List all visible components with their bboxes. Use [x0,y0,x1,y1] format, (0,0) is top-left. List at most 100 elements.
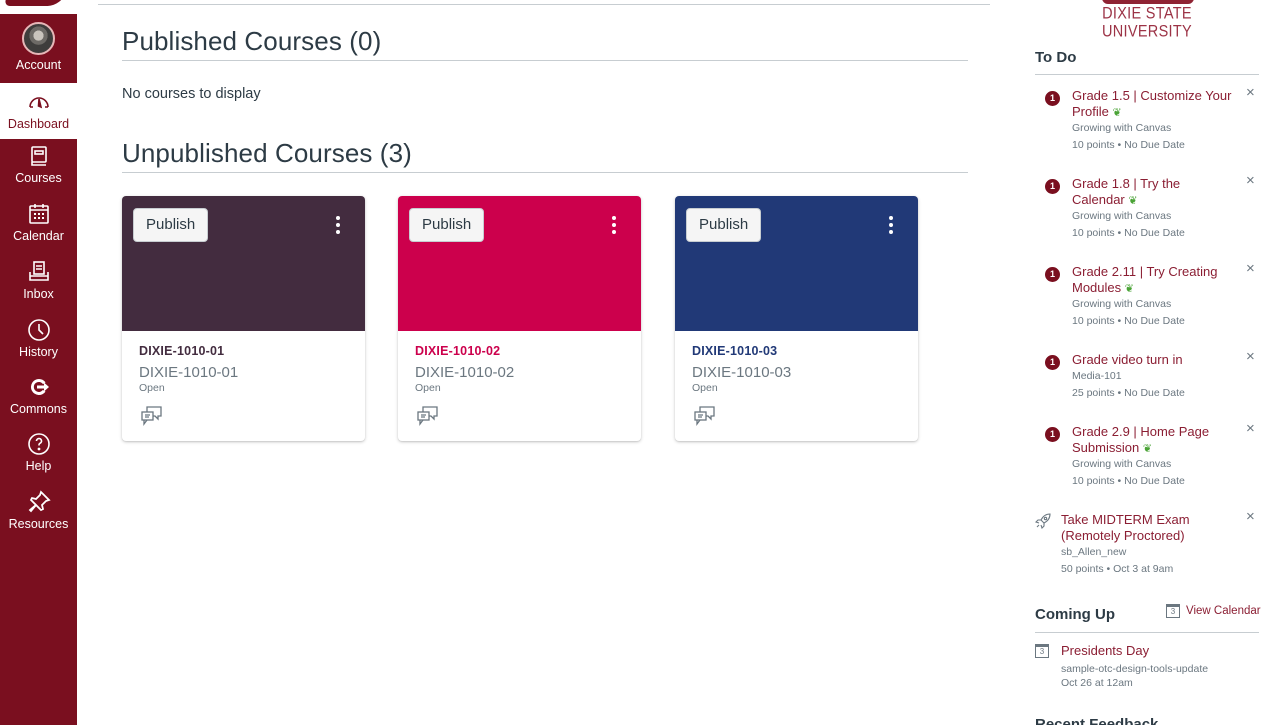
course-card[interactable]: Publish DIXIE-1010-01 DIXIE-1010-01 Open [122,196,365,441]
recent-feedback-heading: Recent Feedback [1035,716,1159,725]
coming-up-divider [1035,632,1259,633]
needs-grading-badge: 1 [1045,179,1060,194]
nav-dashboard[interactable]: Dashboard [0,83,77,139]
nav-calendar-label: Calendar [13,229,64,243]
discussions-icon[interactable] [417,406,439,426]
dismiss-icon[interactable]: × [1246,420,1255,437]
course-card-term: Open [415,382,441,394]
dismiss-icon[interactable]: × [1246,260,1255,277]
todo-item-details: 50 points • Oct 3 at 9am [1061,563,1174,575]
todo-item-details: 10 points • No Due Date [1072,139,1185,151]
todo-title-text: Grade 1.5 | Customize Your Profile [1072,88,1232,119]
todo-item-title[interactable]: Grade video turn in [1072,352,1237,368]
event-title[interactable]: Presidents Day [1061,643,1149,658]
institution-logo[interactable] [0,0,77,14]
todo-item-title[interactable]: Grade 1.5 | Customize Your Profile ❦ [1072,88,1237,121]
course-card-code: DIXIE-1010-02 [415,364,515,381]
course-card-term: Open [139,382,165,394]
coming-up-heading: Coming Up [1035,606,1115,623]
clock-icon [27,319,50,341]
view-calendar-label: View Calendar [1186,605,1261,617]
publish-button[interactable]: Publish [133,208,209,242]
nav-courses[interactable]: Courses [0,144,77,202]
nav-account[interactable]: Account [0,22,77,82]
nav-courses-label: Courses [15,171,62,185]
todo-heading: To Do [1035,49,1077,66]
nav-calendar[interactable]: Calendar [0,202,77,260]
nav-help[interactable]: Help [0,432,77,490]
dismiss-icon[interactable]: × [1246,348,1255,365]
event-date: Oct 26 at 12am [1061,677,1133,689]
right-sidebar: DIXIE STATE UNIVERSITY To Do 1 Grade 1.5… [1035,0,1261,725]
nav-commons[interactable]: Commons [0,375,77,433]
card-options-icon[interactable] [884,214,898,238]
avatar [22,22,55,55]
calendar-icon [28,204,49,224]
todo-item-details: 10 points • No Due Date [1072,315,1185,327]
nav-commons-label: Commons [10,402,67,416]
calendar-icon: 3 [1166,604,1180,618]
dismiss-icon[interactable]: × [1246,508,1255,525]
no-courses-message: No courses to display [122,86,261,102]
course-card[interactable]: Publish DIXIE-1010-03 DIXIE-1010-03 Open [675,196,918,441]
university-logo-mark [1102,0,1194,4]
publish-button[interactable]: Publish [686,208,762,242]
university-brand: DIXIE STATE UNIVERSITY [1072,0,1222,41]
todo-item-course: Growing with Canvas [1072,210,1172,222]
todo-item-course: Media-101 [1072,370,1122,382]
publish-button[interactable]: Publish [409,208,485,242]
discussions-icon[interactable] [141,406,163,426]
todo-item-title[interactable]: Grade 1.8 | Try the Calendar ❦ [1072,176,1202,209]
unpublished-divider [122,172,968,173]
dismiss-icon[interactable]: × [1246,172,1255,189]
inbox-icon [28,261,49,281]
dismiss-icon[interactable]: × [1246,84,1255,101]
leaf-icon: ❦ [1142,443,1153,455]
courses-book-icon [30,146,47,166]
todo-item-course: Growing with Canvas [1072,458,1172,470]
pushpin-icon [28,490,51,513]
header-divider [98,4,990,5]
nav-account-label: Account [15,58,62,72]
event-context: sample-otc-design-tools-update [1061,663,1209,675]
leaf-icon: ❦ [1128,195,1138,207]
nav-inbox[interactable]: Inbox [0,260,77,318]
course-card-name[interactable]: DIXIE-1010-01 [139,344,224,358]
commons-icon [30,378,49,395]
needs-grading-badge: 1 [1045,91,1060,106]
todo-item-course: Growing with Canvas [1072,298,1172,310]
calendar-icon: 3 [1035,644,1049,658]
canvas-dashboard: Account Dashboard Courses Calendar Inbox… [0,0,1280,725]
dashboard-gauge-icon [28,97,49,109]
nav-help-label: Help [25,459,52,473]
todo-item-course: Growing with Canvas [1072,122,1172,134]
help-icon [27,433,50,455]
course-card[interactable]: Publish DIXIE-1010-02 DIXIE-1010-02 Open [398,196,641,441]
nav-resources-label: Resources [8,517,69,531]
card-options-icon[interactable] [607,214,621,238]
nav-inbox-label: Inbox [23,287,54,301]
todo-item-title[interactable]: Take MIDTERM Exam (Remotely Proctored) [1061,512,1201,544]
published-courses-heading: Published Courses (0) [122,26,382,56]
card-options-icon[interactable] [331,214,345,238]
global-nav: Account Dashboard Courses Calendar Inbox… [0,0,77,725]
nav-dashboard-label: Dashboard [7,117,70,131]
needs-grading-badge: 1 [1045,427,1060,442]
unpublished-courses-heading: Unpublished Courses (3) [122,138,412,168]
todo-item-details: 10 points • No Due Date [1072,227,1185,239]
course-card-name[interactable]: DIXIE-1010-03 [692,344,777,358]
dashboard-main: Published Courses (0) No courses to disp… [98,0,990,725]
view-calendar-link[interactable]: 3 View Calendar [1166,604,1261,618]
course-card-name[interactable]: DIXIE-1010-02 [415,344,500,358]
nav-history[interactable]: History [0,318,77,376]
todo-item-course: sb_Allen_new [1061,546,1127,558]
needs-grading-badge: 1 [1045,267,1060,282]
discussions-icon[interactable] [694,406,716,426]
todo-item-title[interactable]: Grade 2.11 | Try Creating Modules ❦ [1072,264,1222,297]
todo-item-title[interactable]: Grade 2.9 | Home Page Submission ❦ [1072,424,1212,457]
nav-resources[interactable]: Resources [0,490,77,548]
todo-title-text: Grade 2.11 | Try Creating Modules [1072,264,1218,295]
nav-history-label: History [19,345,58,359]
course-card-code: DIXIE-1010-03 [692,364,792,381]
leaf-icon: ❦ [1124,283,1134,295]
